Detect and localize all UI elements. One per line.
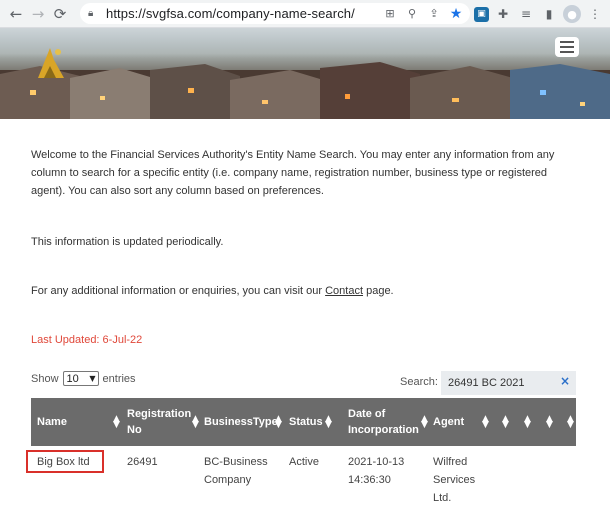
profile-avatar-icon[interactable]: ● <box>563 5 581 23</box>
sort-icon[interactable]: ▲ ▼ <box>567 415 574 430</box>
sort-icon[interactable]: ▲ ▼ <box>192 415 199 430</box>
table-controls: Show 10 ▼ entries Search: 26491 BC 2021 × <box>31 370 576 395</box>
page-content: Welcome to the Financial Services Author… <box>31 146 583 346</box>
cell-status: Active <box>289 456 319 468</box>
back-icon[interactable]: ← <box>5 3 27 25</box>
entries-select[interactable]: 10 ▼ <box>62 371 99 386</box>
bookmark-star-icon[interactable]: ★ <box>448 6 464 22</box>
share-icon[interactable]: ⇪ <box>426 7 442 20</box>
contact-link[interactable]: Contact <box>325 285 363 297</box>
entries-label: entries <box>102 372 136 385</box>
contact-text: For any additional information or enquir… <box>31 285 394 297</box>
sort-icon[interactable]: ▲ ▼ <box>502 415 509 430</box>
column-header-registration[interactable]: Registration No <box>127 398 191 446</box>
extension-icon[interactable]: ▣ <box>474 6 489 22</box>
browser-toolbar: ← → ⟳ 🔒︎ https://svgfsa.com/company-name… <box>0 0 610 28</box>
show-entries: Show 10 ▼ entries <box>31 371 136 386</box>
sort-icon[interactable]: ▲ ▼ <box>113 415 120 430</box>
fsa-logo-icon[interactable] <box>30 42 70 82</box>
puzzle-icon[interactable]: ✚ <box>494 5 512 23</box>
cell-incorporation: 2021-10-13 14:36:30 <box>348 456 405 486</box>
sort-icon[interactable]: ▲ ▼ <box>482 415 489 430</box>
city-rooftops-image <box>0 62 610 119</box>
forward-icon[interactable]: → <box>27 3 49 25</box>
column-header-incorporation[interactable]: Date of Incorporation <box>348 398 422 446</box>
chevron-down-icon: ▼ <box>89 374 96 383</box>
last-updated-text: Last Updated: 6-Jul-22 <box>31 334 143 346</box>
entity-table: Name ▲ ▼ Registration No ▲ ▼ BusinessType … <box>26 398 576 510</box>
hero-banner <box>0 28 610 119</box>
sort-icon[interactable]: ▲ ▼ <box>275 415 282 430</box>
search-input[interactable]: 26491 BC 2021 × <box>441 371 576 395</box>
table-row[interactable]: Big Box ltd 26491 BC-Business Company Ac… <box>31 446 576 510</box>
address-bar[interactable]: 🔒︎ https://svgfsa.com/company-name-searc… <box>80 3 470 24</box>
cell-businesstype: BC-Business Company <box>204 456 268 486</box>
column-header-name[interactable]: Name <box>37 398 117 446</box>
sort-icon[interactable]: ▲ ▼ <box>524 415 531 430</box>
reload-icon[interactable]: ⟳ <box>49 3 71 25</box>
intro-text: Welcome to the Financial Services Author… <box>31 149 555 197</box>
zoom-icon[interactable]: ⚲ <box>404 7 420 20</box>
sort-icon[interactable]: ▲ ▼ <box>325 415 332 430</box>
url-text[interactable]: https://svgfsa.com/company-name-search/ <box>106 6 355 21</box>
search-label: Search: <box>400 376 438 388</box>
clear-search-icon[interactable]: × <box>560 374 570 388</box>
update-note: This information is updated periodically… <box>31 236 224 248</box>
cell-agent: Wilfred Services Ltd. <box>433 456 476 504</box>
hamburger-menu-icon[interactable] <box>555 37 579 57</box>
reading-list-icon[interactable]: ≡ <box>517 5 535 23</box>
column-header-status[interactable]: Status <box>289 398 325 446</box>
show-label: Show <box>31 372 59 385</box>
table-header: Name ▲ ▼ Registration No ▲ ▼ BusinessType … <box>31 398 576 446</box>
column-header-businesstype[interactable]: BusinessType <box>204 398 278 446</box>
lock-icon: 🔒︎ <box>88 8 94 19</box>
sort-icon[interactable]: ▲ ▼ <box>421 415 428 430</box>
search-value[interactable]: 26491 BC 2021 <box>448 377 524 389</box>
menu-dots-icon[interactable]: ⋮ <box>586 5 604 23</box>
cell-registration: 26491 <box>127 456 158 468</box>
highlight-box <box>26 450 104 473</box>
side-panel-icon[interactable]: ▮ <box>540 5 558 23</box>
column-header-agent[interactable]: Agent <box>433 398 473 446</box>
sort-icon[interactable]: ▲ ▼ <box>546 415 553 430</box>
translate-icon[interactable]: ⊞ <box>382 7 398 20</box>
